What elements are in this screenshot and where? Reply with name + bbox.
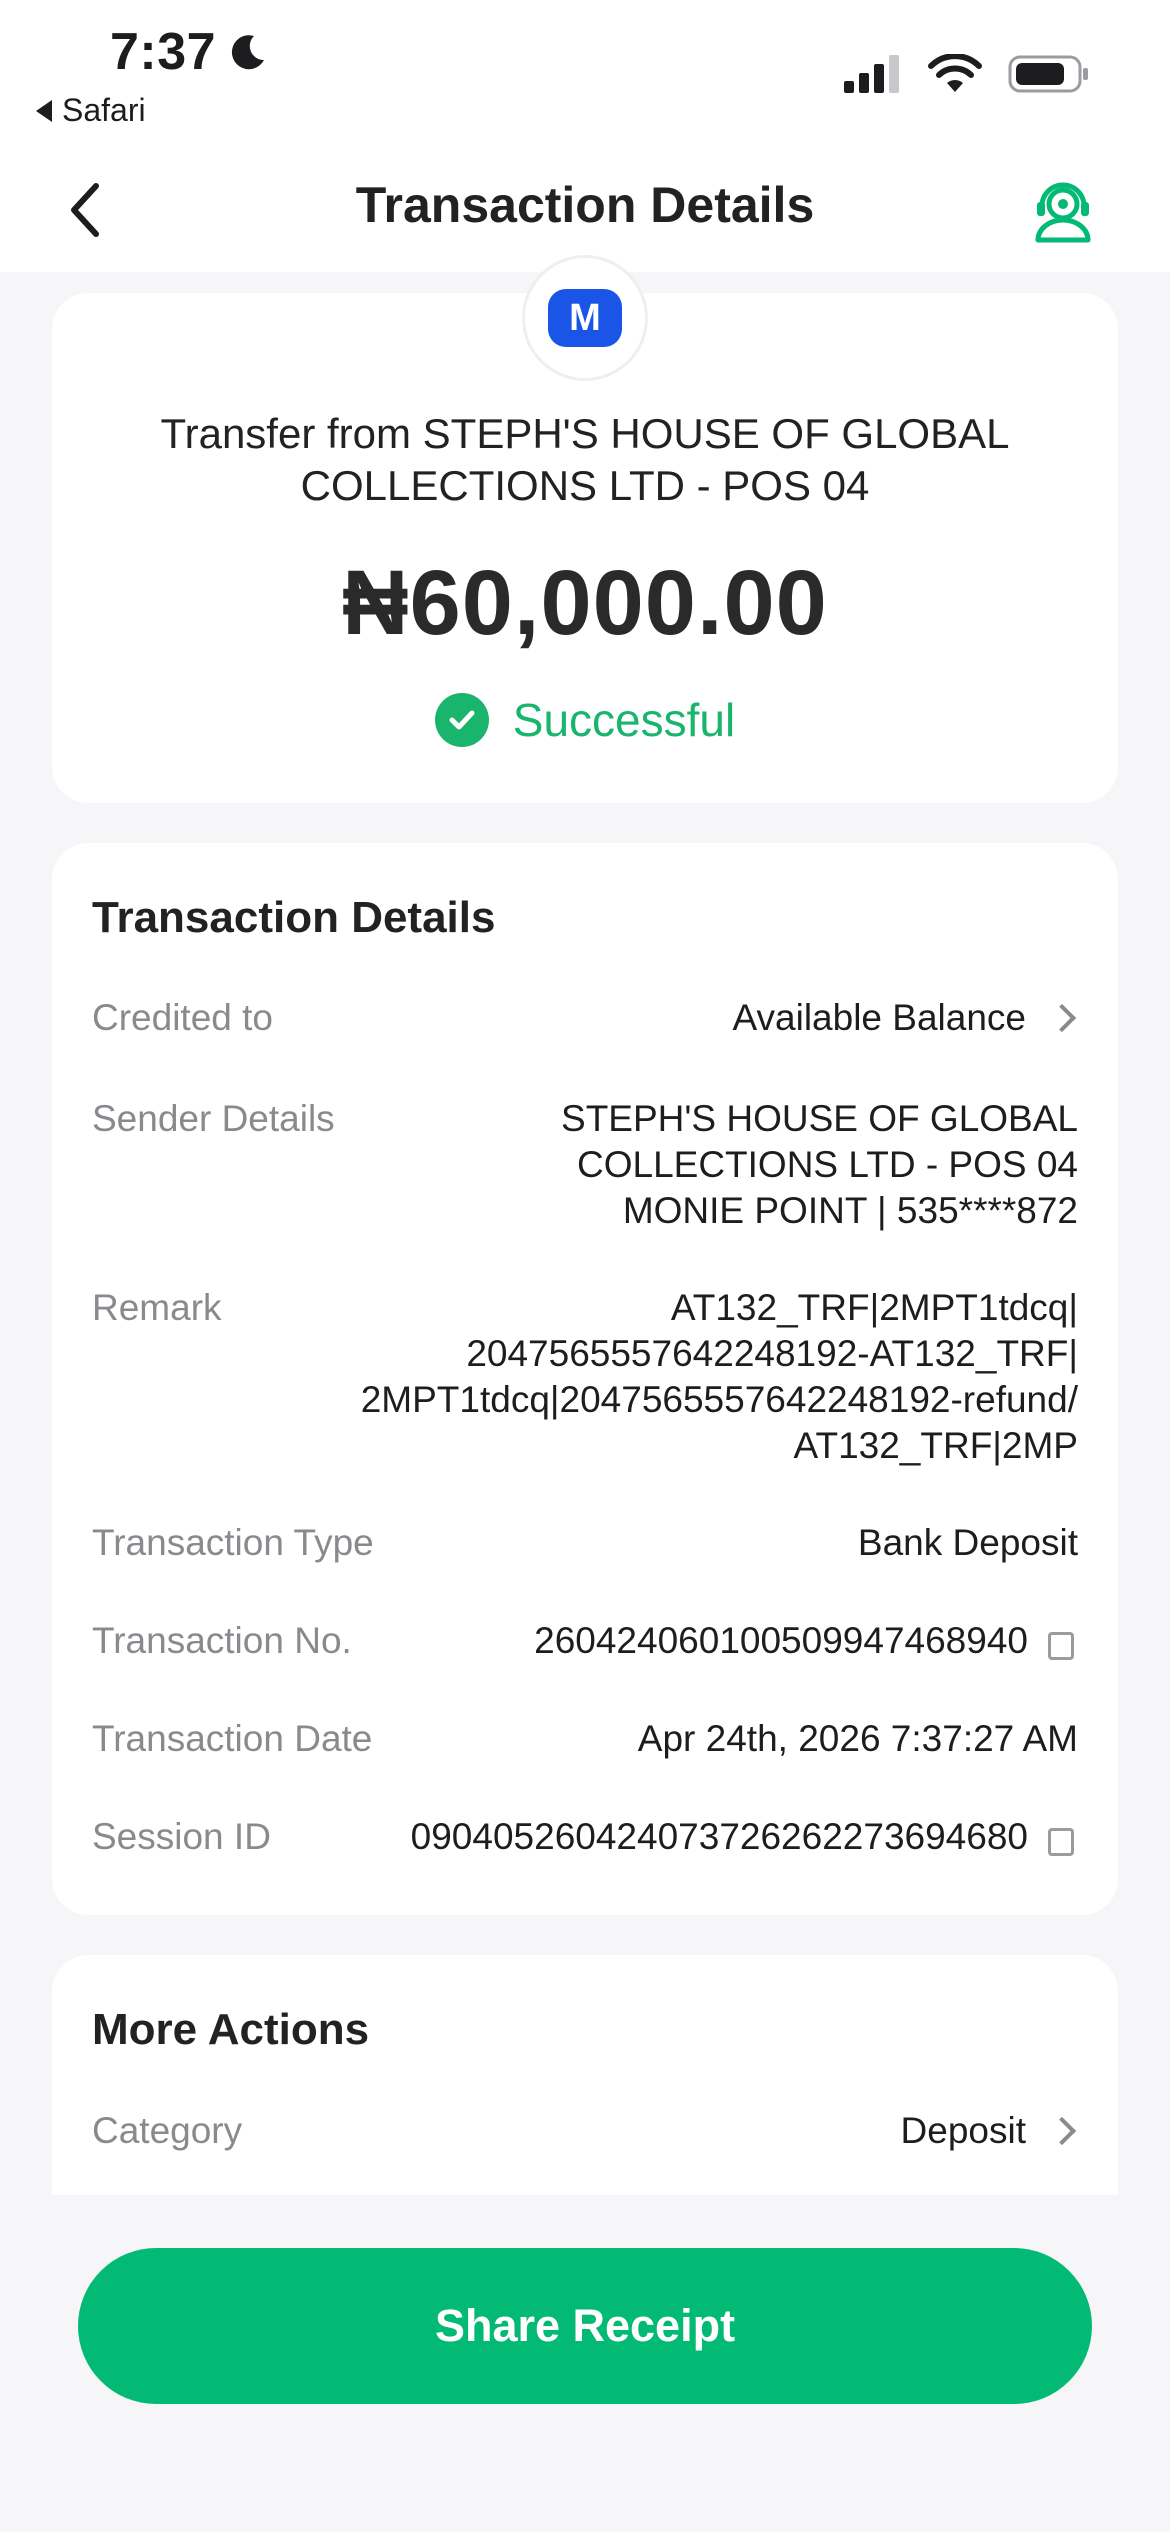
details-section-title: Transaction Details [92, 893, 496, 942]
sender-details-row: Sender Details STEPH'S HOUSE OF GLOBAL C… [92, 1096, 1078, 1234]
customer-support-button[interactable] [1028, 174, 1098, 244]
row-value: Bank Deposit [857, 1522, 1078, 1563]
nav-header: Transaction Details [0, 150, 1170, 272]
back-triangle-icon [36, 99, 52, 122]
battery-icon [1008, 55, 1088, 93]
row-label: Transaction Date [92, 1718, 373, 1759]
row-value: Deposit [901, 2108, 1078, 2154]
headset-support-icon [1035, 182, 1091, 243]
remark-row: Remark AT132_TRF|2MPT1tdcq| 204756555764… [92, 1285, 1078, 1469]
category-row[interactable]: Category Deposit [92, 2108, 1078, 2154]
row-value: Available Balance [733, 995, 1078, 1041]
moon-icon [231, 35, 265, 70]
chevron-right-icon [1047, 2116, 1077, 2146]
cellular-signal-icon [844, 55, 899, 93]
back-to-safari[interactable]: Safari [36, 92, 146, 129]
row-label: Transaction No. [92, 1620, 352, 1661]
transaction-no-row: Transaction No. 260424060100509947468940 [92, 1618, 1081, 1664]
transaction-type-row: Transaction Type Bank Deposit [92, 1520, 1078, 1566]
row-value: Apr 24th, 2026 7:37:27 AM [637, 1718, 1078, 1759]
row-label: Sender Details [92, 1098, 335, 1139]
clock-text: 7:37 [110, 23, 217, 81]
transaction-date-row: Transaction Date Apr 24th, 2026 7:37:27 … [92, 1716, 1078, 1762]
transfer-title: Transfer from STEPH'S HOUSE OF GLOBAL CO… [160, 410, 1010, 509]
sender-logo-badge: M [522, 255, 648, 381]
success-check-icon [434, 693, 489, 747]
more-actions-title: More Actions [92, 2005, 370, 2054]
status-bar: 7:37 Safari [0, 0, 1170, 150]
row-value: 260424060100509947468940 [534, 1618, 1081, 1664]
sender-logo: M [548, 289, 622, 347]
session-id-row: Session ID 09040526042407372626227369468… [92, 1814, 1081, 1860]
row-label: Remark [92, 1287, 222, 1328]
row-label: Credited to [92, 997, 273, 1038]
row-label: Transaction Type [92, 1522, 374, 1563]
more-actions-card: More Actions Category Deposit [52, 1955, 1118, 2195]
credited-to-row[interactable]: Credited to Available Balance [92, 995, 1078, 1041]
copy-icon[interactable] [1048, 1626, 1081, 1660]
share-receipt-button[interactable]: Share Receipt [78, 2248, 1092, 2404]
status-indicators [844, 54, 1090, 94]
copy-icon[interactable] [1048, 1822, 1081, 1856]
row-value: AT132_TRF|2MPT1tdcq| 2047565557642248192… [360, 1287, 1078, 1466]
chevron-right-icon [1047, 1003, 1077, 1033]
page-title: Transaction Details [355, 177, 815, 233]
transaction-amount: ₦60,000.00 [342, 552, 828, 654]
status-indicator: Successful [52, 693, 1118, 747]
row-label: Session ID [92, 1816, 271, 1857]
status-time: 7:37 [110, 22, 268, 82]
transaction-summary-card: M Transfer from STEPH'S HOUSE OF GLOBAL … [52, 255, 1118, 803]
transaction-details-screen: 7:37 Safari Transaction Details M Transf… [0, 0, 1170, 2532]
status-text: Successful [512, 694, 736, 746]
row-label: Category [92, 2110, 243, 2151]
row-value: 090405260424073726262273694680 [411, 1814, 1081, 1860]
row-value: STEPH'S HOUSE OF GLOBAL COLLECTIONS LTD … [561, 1098, 1078, 1231]
wifi-icon [928, 54, 982, 92]
transaction-details-card: Transaction Details Credited to Availabl… [52, 843, 1118, 1915]
back-app-label: Safari [62, 92, 146, 128]
